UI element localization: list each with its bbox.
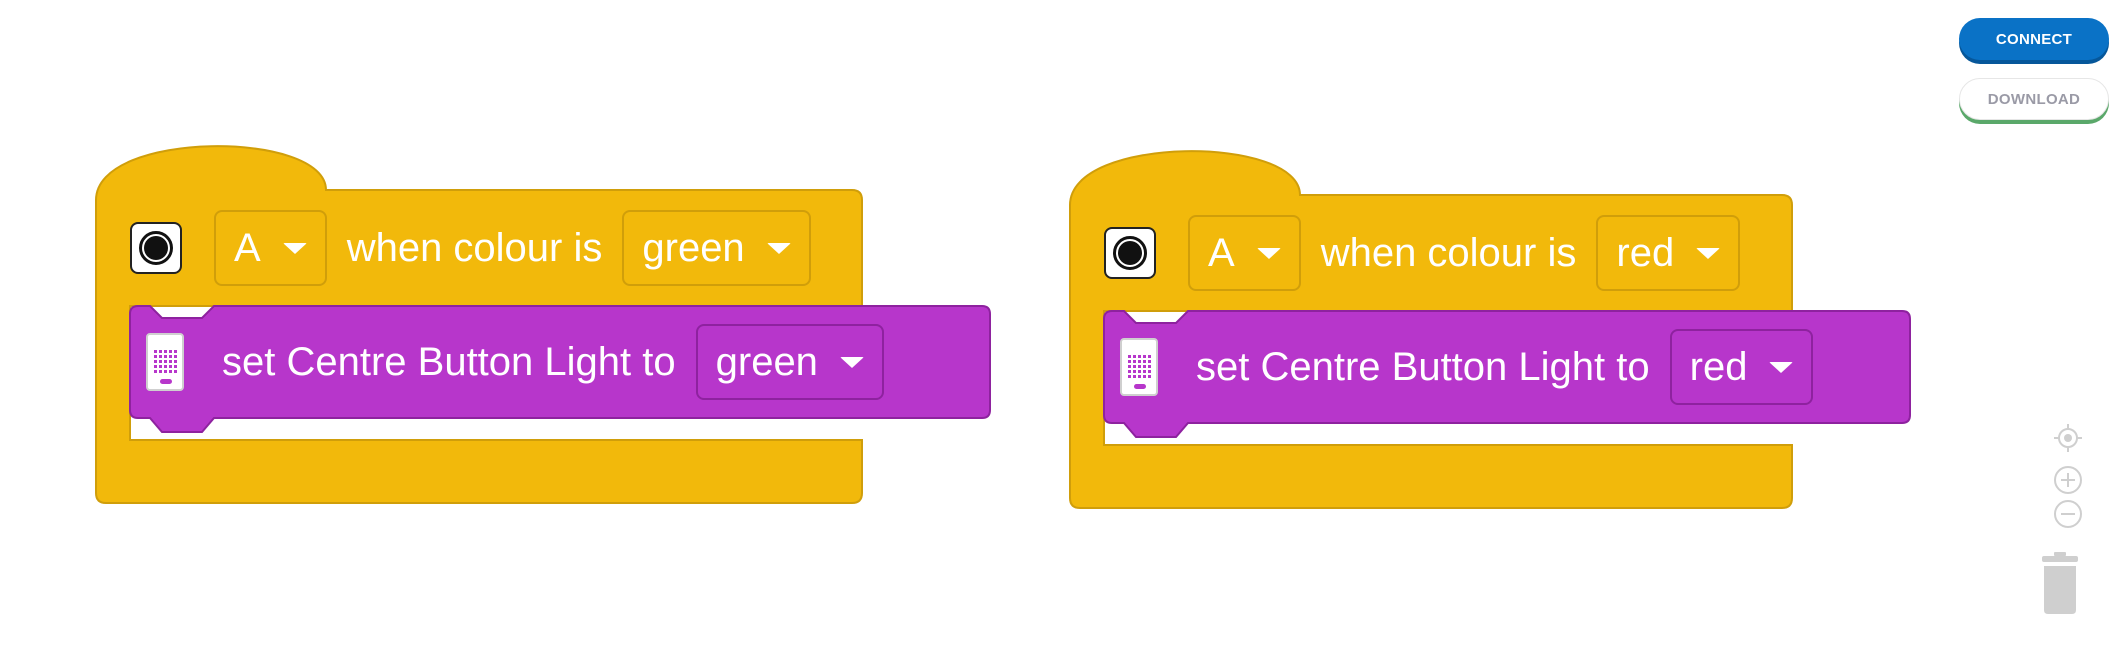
hat-label: when colour is: [346, 225, 603, 270]
command-label: set Centre Button Light to: [222, 339, 676, 384]
chevron-down-icon: [1696, 247, 1721, 259]
zoom-in-icon[interactable]: [2052, 464, 2084, 496]
trash-icon[interactable]: [2040, 552, 2080, 614]
color-sensor-icon: [130, 222, 182, 274]
port-dropdown[interactable]: A: [1188, 215, 1301, 291]
port-value: A: [234, 225, 261, 270]
download-button[interactable]: DOWNLOAD: [1959, 78, 2109, 120]
hat-label: when colour is: [1320, 230, 1577, 275]
light-colour-value: red: [1689, 344, 1748, 389]
light-colour-dropdown[interactable]: green: [695, 324, 884, 400]
colour-dropdown[interactable]: red: [1596, 215, 1741, 291]
chevron-down-icon: [839, 356, 864, 368]
chevron-down-icon: [282, 242, 307, 254]
chevron-down-icon: [1769, 361, 1794, 373]
connect-button[interactable]: CONNECT: [1959, 18, 2109, 60]
port-dropdown[interactable]: A: [214, 210, 327, 286]
colour-dropdown[interactable]: green: [622, 210, 811, 286]
command-label: set Centre Button Light to: [1196, 344, 1650, 389]
light-colour-dropdown[interactable]: red: [1669, 329, 1814, 405]
recenter-icon[interactable]: [2052, 422, 2084, 454]
colour-value: green: [642, 225, 745, 270]
port-value: A: [1208, 230, 1235, 275]
colour-value: red: [1616, 230, 1675, 275]
color-sensor-icon: [1104, 227, 1156, 279]
chevron-down-icon: [1256, 247, 1281, 259]
code-workspace[interactable]: A when colour is green set Centre Button…: [0, 0, 2123, 655]
hub-light-icon: [1120, 338, 1158, 396]
zoom-out-icon[interactable]: [2052, 498, 2084, 530]
hub-light-icon: [146, 333, 184, 391]
light-colour-value: green: [715, 339, 818, 384]
chevron-down-icon: [766, 242, 791, 254]
